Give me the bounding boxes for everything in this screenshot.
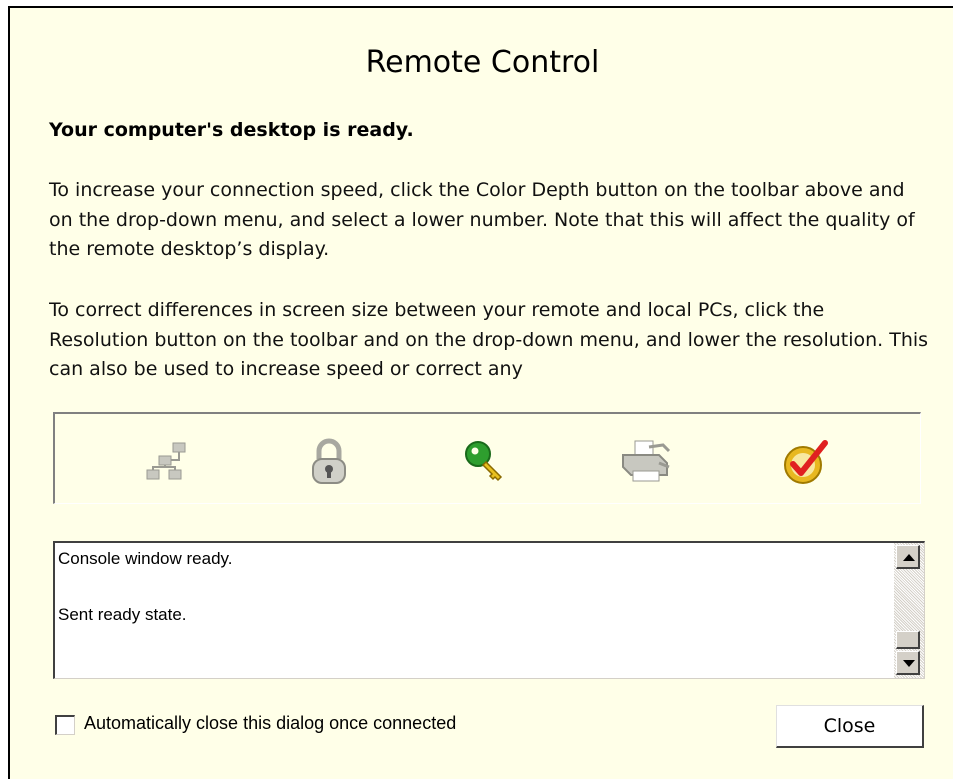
auto-close-checkbox[interactable] bbox=[55, 715, 75, 735]
checkmark-icon bbox=[776, 434, 836, 490]
log-textarea[interactable]: Console window ready. Sent ready state. bbox=[53, 541, 925, 679]
dialog-heading: Your computer's desktop is ready. bbox=[49, 119, 414, 141]
auto-close-label[interactable]: Automatically close this dialog once con… bbox=[84, 713, 456, 734]
scroll-down-button[interactable] bbox=[896, 651, 920, 675]
arrow-down-icon bbox=[903, 660, 915, 667]
network-icon bbox=[138, 434, 198, 490]
log-line: Sent ready state. bbox=[58, 605, 187, 624]
remote-control-dialog: Remote Control Your computer's desktop i… bbox=[8, 6, 953, 779]
log-scrollbar[interactable] bbox=[894, 543, 924, 678]
padlock-icon bbox=[299, 434, 359, 490]
scroll-thumb[interactable] bbox=[896, 631, 920, 649]
dialog-title: Remote Control bbox=[365, 45, 600, 80]
connection-status-bar bbox=[53, 412, 921, 504]
resolution-instructions: To correct differences in screen size be… bbox=[49, 299, 929, 380]
printer-icon bbox=[616, 434, 676, 490]
color-depth-instructions: To increase your connection speed, click… bbox=[49, 179, 915, 260]
close-button[interactable]: Close bbox=[776, 705, 924, 748]
scroll-up-button[interactable] bbox=[896, 545, 920, 569]
log-line: Console window ready. bbox=[58, 549, 233, 568]
key-icon bbox=[456, 434, 516, 490]
arrow-up-icon bbox=[903, 554, 915, 561]
